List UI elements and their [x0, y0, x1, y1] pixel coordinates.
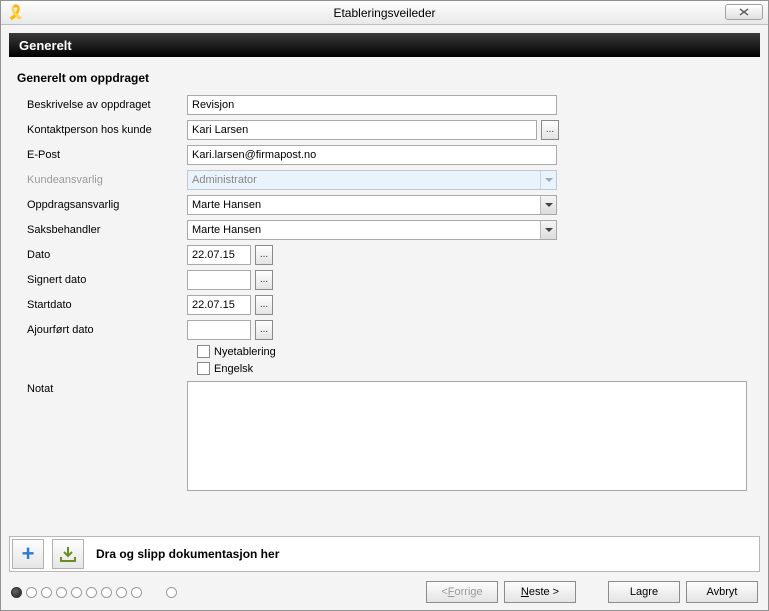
window-title: Etableringsveileder — [333, 6, 435, 20]
combo-kundeansvarlig-value: Administrator — [192, 174, 257, 186]
label-dato: Dato — [17, 249, 187, 261]
combo-oppdragsansvarlig[interactable]: Marte Hansen — [187, 195, 557, 215]
input-ajour[interactable] — [187, 320, 251, 340]
step-dot[interactable] — [26, 587, 37, 598]
group-title: Generelt om oppdraget — [17, 71, 752, 85]
lookup-kontakt-button[interactable]: ... — [541, 120, 559, 140]
step-dot[interactable] — [116, 587, 127, 598]
step-dot[interactable] — [131, 587, 142, 598]
app-icon: 🎗️ — [7, 4, 23, 20]
step-dot[interactable] — [71, 587, 82, 598]
label-saksbehandler: Saksbehandler — [17, 224, 187, 236]
section-header: Generelt — [9, 33, 760, 57]
import-button[interactable] — [52, 539, 84, 569]
combo-saksbehandler[interactable]: Marte Hansen — [187, 220, 557, 240]
next-button[interactable]: Neste > — [504, 581, 576, 603]
add-button[interactable]: + — [12, 539, 44, 569]
combo-saksbehandler-value: Marte Hansen — [192, 224, 261, 236]
label-signert: Signert dato — [17, 274, 187, 286]
input-beskrivelse[interactable] — [187, 95, 557, 115]
plus-icon: + — [22, 543, 35, 565]
label-epost: E-Post — [17, 149, 187, 161]
label-notat: Notat — [17, 381, 187, 395]
download-tray-icon — [58, 544, 78, 564]
input-startdato[interactable] — [187, 295, 251, 315]
checkbox-nyetablering[interactable] — [197, 345, 210, 358]
label-kontakt: Kontaktperson hos kunde — [17, 124, 187, 136]
step-dot[interactable] — [166, 587, 177, 598]
dropzone-label: Dra og slipp dokumentasjon her — [96, 547, 279, 561]
label-oppdragsansvarlig: Oppdragsansvarlig — [17, 199, 187, 211]
close-icon — [739, 8, 749, 16]
datepicker-signert-button[interactable]: ... — [255, 270, 273, 290]
titlebar: 🎗️ Etableringsveileder — [1, 1, 768, 25]
step-indicator — [11, 587, 177, 598]
label-beskrivelse: Beskrivelse av oppdraget — [17, 99, 187, 111]
combo-kundeansvarlig: Administrator — [187, 170, 557, 190]
chevron-down-icon[interactable] — [540, 221, 556, 239]
step-dot[interactable] — [86, 587, 97, 598]
datepicker-dato-button[interactable]: ... — [255, 245, 273, 265]
cancel-button[interactable]: Avbryt — [686, 581, 758, 603]
step-dot[interactable] — [41, 587, 52, 598]
datepicker-ajour-button[interactable]: ... — [255, 320, 273, 340]
datepicker-startdato-button[interactable]: ... — [255, 295, 273, 315]
dropzone[interactable]: + Dra og slipp dokumentasjon her — [9, 536, 760, 572]
wizard-window: 🎗️ Etableringsveileder Generelt Generelt… — [0, 0, 769, 611]
content-area: Generelt om oppdraget Beskrivelse av opp… — [1, 57, 768, 528]
input-signert[interactable] — [187, 270, 251, 290]
step-dot[interactable] — [11, 587, 22, 598]
combo-oppdragsansvarlig-value: Marte Hansen — [192, 199, 261, 211]
label-ajour: Ajourført dato — [17, 324, 187, 336]
input-kontakt[interactable] — [187, 120, 537, 140]
input-epost[interactable] — [187, 145, 557, 165]
textarea-notat[interactable] — [187, 381, 747, 491]
checkbox-engelsk[interactable] — [197, 362, 210, 375]
form: Beskrivelse av oppdraget Kontaktperson h… — [17, 95, 752, 491]
footer: < Forrige Neste > Lagre Avbryt — [1, 578, 768, 610]
label-kundeansvarlig: Kundeansvarlig — [17, 174, 187, 186]
save-button[interactable]: Lagre — [608, 581, 680, 603]
chevron-down-icon[interactable] — [540, 196, 556, 214]
previous-button: < Forrige — [426, 581, 498, 603]
chevron-down-icon — [540, 171, 556, 189]
label-startdato: Startdato — [17, 299, 187, 311]
section-title: Generelt — [19, 38, 72, 53]
step-dot[interactable] — [101, 587, 112, 598]
close-button[interactable] — [725, 4, 763, 20]
input-dato[interactable] — [187, 245, 251, 265]
step-dot[interactable] — [56, 587, 67, 598]
label-engelsk: Engelsk — [214, 363, 253, 375]
label-nyetablering: Nyetablering — [214, 346, 276, 358]
